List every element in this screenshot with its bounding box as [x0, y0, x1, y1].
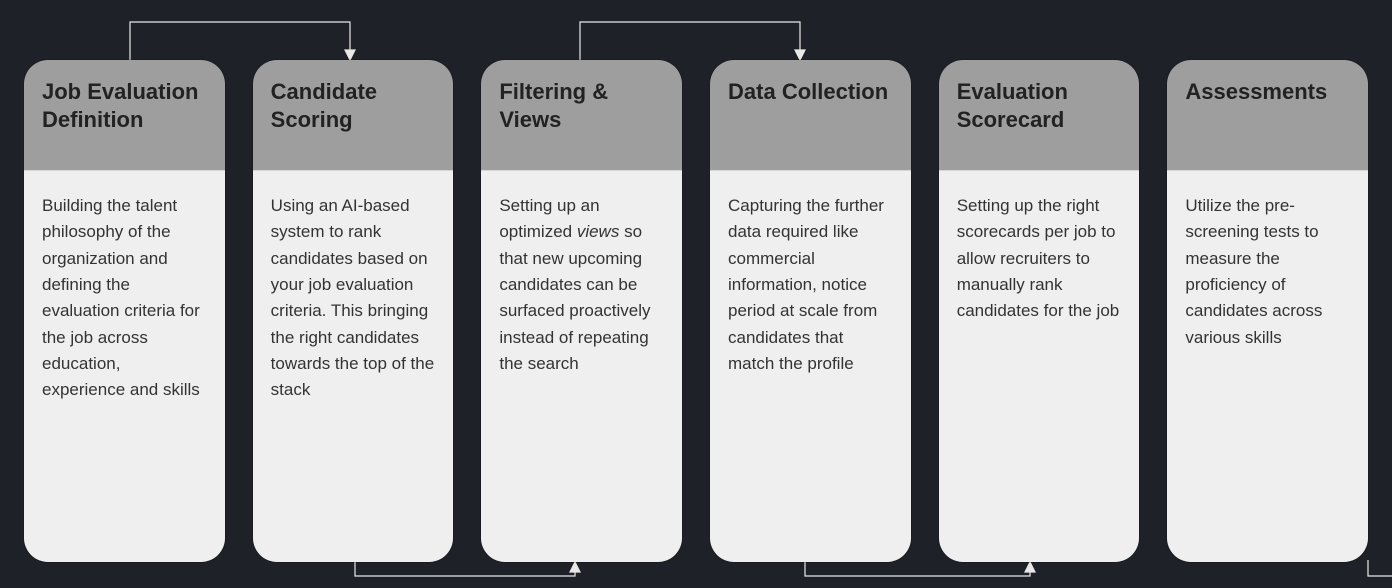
- card-header: Candidate Scoring: [253, 60, 454, 170]
- card-data-collection: Data Collection Capturing the further da…: [710, 60, 911, 562]
- card-header: Assessments: [1167, 60, 1368, 170]
- card-body: Capturing the further data required like…: [710, 170, 911, 562]
- card-body: Building the talent philosophy of the or…: [24, 170, 225, 562]
- card-assessments: Assessments Utilize the pre-screening te…: [1167, 60, 1368, 562]
- card-filtering-views: Filtering & Views Setting up an optimize…: [481, 60, 682, 562]
- card-body: Using an AI-based system to rank candida…: [253, 170, 454, 562]
- card-header: Evaluation Scorecard: [939, 60, 1140, 170]
- card-header: Job Evaluation Definition: [24, 60, 225, 170]
- card-title: Candidate Scoring: [271, 78, 436, 133]
- card-body: Setting up an optimized views so that ne…: [481, 170, 682, 562]
- card-header: Data Collection: [710, 60, 911, 170]
- card-job-evaluation-definition: Job Evaluation Definition Building the t…: [24, 60, 225, 562]
- card-title: Evaluation Scorecard: [957, 78, 1122, 133]
- diagram-stage: Job Evaluation Definition Building the t…: [0, 0, 1392, 588]
- cards-row: Job Evaluation Definition Building the t…: [24, 60, 1368, 562]
- card-title: Filtering & Views: [499, 78, 664, 133]
- card-title: Job Evaluation Definition: [42, 78, 207, 133]
- card-evaluation-scorecard: Evaluation Scorecard Setting up the righ…: [939, 60, 1140, 562]
- card-body: Setting up the right scorecards per job …: [939, 170, 1140, 562]
- card-title: Assessments: [1185, 78, 1327, 106]
- card-candidate-scoring: Candidate Scoring Using an AI-based syst…: [253, 60, 454, 562]
- card-body: Utilize the pre-screening tests to measu…: [1167, 170, 1368, 562]
- card-title: Data Collection: [728, 78, 888, 106]
- card-header: Filtering & Views: [481, 60, 682, 170]
